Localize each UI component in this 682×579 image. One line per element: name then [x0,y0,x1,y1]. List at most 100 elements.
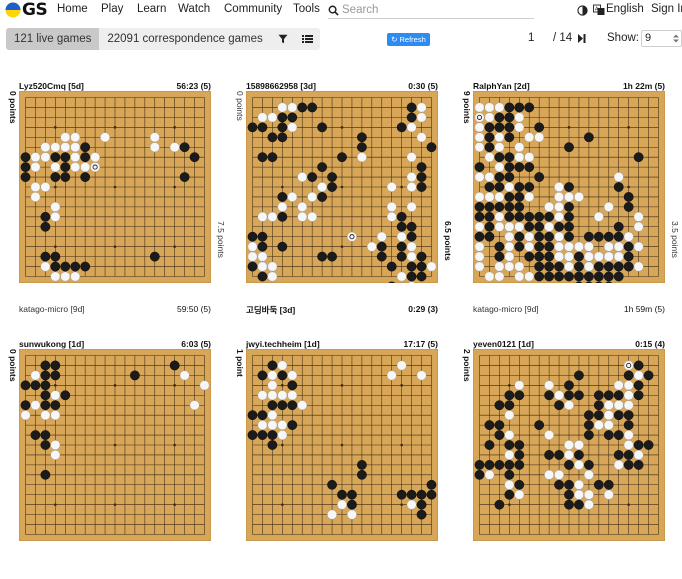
game-card[interactable]: Lyz520Cmq [5d] 56:23 (5) katago-micro [9… [8,81,235,321]
search-box[interactable] [328,2,534,19]
list-view-button[interactable] [295,28,320,50]
top-navbar: GS Home Play Learn Watch Community Tools… [0,0,682,22]
black-stone [534,420,545,430]
black-stone [544,251,554,262]
language-icon[interactable]: A [593,4,605,16]
black-stone [504,132,515,143]
white-stone [40,152,51,163]
page-total: / 14 [553,32,573,44]
white-stone [603,410,614,421]
white-stone [90,152,100,163]
logo[interactable]: GS [5,0,48,20]
black-stone [484,420,495,430]
game-card[interactable]: yeven0121 [1d] 0:15 (4) 2 points [462,339,682,579]
filter-button[interactable] [271,28,295,50]
page-current[interactable]: 1 [528,32,534,44]
black-stone [524,211,535,222]
nav-watch[interactable]: Watch [178,3,210,15]
black-stone [386,261,397,272]
search-input[interactable] [342,4,522,16]
black-stone [494,112,505,123]
game-card[interactable]: RalphYan [2d] 1h 22m (5) katago-micro [9… [462,81,682,321]
sign-in-link[interactable]: Sign In [651,3,682,15]
black-stone [504,192,515,202]
black-stone [564,489,574,500]
white-stone [474,251,485,262]
player-bottom-name[interactable]: 고딩바둑 [3d] [246,304,295,316]
player-top-name[interactable]: Lyz520Cmq [5d] [19,81,84,91]
nav-home[interactable]: Home [57,3,88,15]
go-board[interactable] [473,349,665,541]
white-stone [416,102,427,113]
white-stone [584,261,594,272]
white-stone [574,479,584,490]
nav-community[interactable]: Community [224,3,282,15]
player-top-name[interactable]: jwyi.techheim [1d] [246,339,320,349]
player-top-name[interactable]: 15898662958 [3d] [246,81,316,91]
black-stone [613,182,624,192]
nav-tools[interactable]: Tools [293,3,320,15]
black-stone [504,489,515,500]
black-stone [484,122,495,133]
go-board[interactable] [19,91,211,283]
games-per-page-select[interactable]: 9 [641,30,682,47]
white-stone [277,390,288,401]
go-board[interactable] [246,349,438,541]
white-stone [603,489,614,500]
game-card[interactable]: 15898662958 [3d] 0:30 (5) 고딩바둑 [3d] 0:29… [235,81,462,321]
black-stone [514,102,525,113]
language-selector[interactable]: English [606,3,644,15]
nav-learn[interactable]: Learn [137,3,166,15]
white-stone [554,202,564,212]
white-stone [514,142,525,153]
black-stone [40,211,51,222]
tab-live-games[interactable]: 121 live games [6,28,100,50]
black-stone [327,182,337,192]
black-stone [494,499,505,510]
black-stone [257,410,268,421]
white-stone [50,450,61,460]
black-stone [277,211,288,222]
black-stone [633,152,644,163]
tab-correspondence-games[interactable]: 22091 correspondence games [99,28,270,50]
black-stone [484,221,495,232]
go-board[interactable] [246,91,438,283]
black-stone [534,211,545,222]
go-board[interactable] [19,349,211,541]
black-stone [564,231,574,242]
player-top-name[interactable]: sunwukong [1d] [19,339,84,349]
black-stone [514,202,525,212]
refresh-button[interactable]: ↻ Refresh [387,33,430,46]
white-stone [474,102,485,113]
white-stone [347,509,357,520]
nav-play[interactable]: Play [101,3,123,15]
theme-toggle-icon[interactable] [577,5,588,16]
white-stone [247,241,258,252]
player-bottom-name[interactable]: katago-micro [9d] [19,304,85,314]
last-page-icon[interactable] [578,34,586,43]
white-stone [554,231,564,242]
black-stone [554,261,564,272]
star-point [113,185,117,189]
black-stone [514,192,525,202]
game-card[interactable]: jwyi.techheim [1d] 17:17 (5) 1 point [235,339,462,579]
black-stone [504,469,515,480]
player-top-name[interactable]: yeven0121 [1d] [473,339,534,349]
player-bottom-name[interactable]: katago-micro [9d] [473,304,539,314]
black-stone [337,489,347,500]
player-top-clock: 6:03 (5) [181,339,211,349]
white-stone [406,241,417,252]
black-stone [564,182,574,192]
go-board[interactable] [473,91,665,283]
white-stone [396,271,407,282]
black-stone [584,231,594,242]
black-stone [504,162,515,172]
black-stone [484,460,495,470]
player-top-name[interactable]: RalphYan [2d] [473,81,530,91]
game-card[interactable]: sunwukong [1d] 6:03 (5) 0 points [8,339,235,579]
black-stone [613,271,624,282]
black-stone [189,152,200,163]
black-stone [60,172,71,182]
black-stone [633,460,644,470]
black-stone [277,400,288,411]
